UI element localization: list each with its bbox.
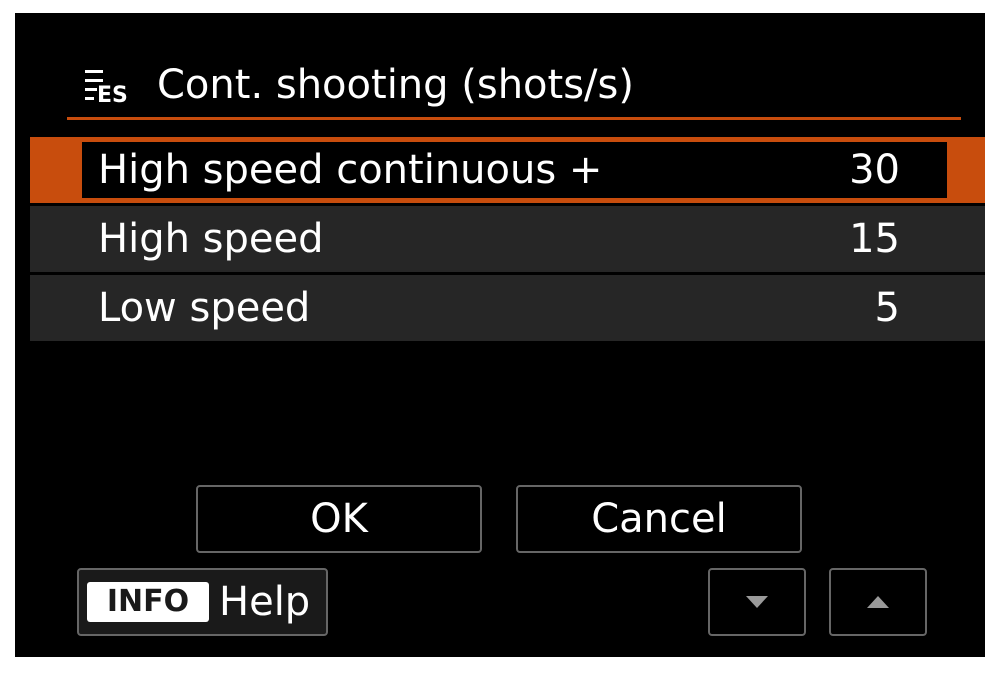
cancel-label: Cancel xyxy=(591,496,727,542)
option-label: Low speed xyxy=(98,285,311,331)
scroll-down-button[interactable] xyxy=(708,568,806,636)
option-value: 30 xyxy=(849,147,900,193)
movie-shooting-icon: ES xyxy=(85,70,128,105)
option-list: High speed continuous + 30 High speed 15… xyxy=(30,137,985,344)
cancel-button[interactable]: Cancel xyxy=(516,485,802,553)
option-high-speed[interactable]: High speed 15 xyxy=(30,206,985,272)
option-value: 15 xyxy=(849,216,900,262)
option-row-body: High speed 15 xyxy=(30,206,985,272)
page-title: Cont. shooting (shots/s) xyxy=(157,62,634,108)
ok-button[interactable]: OK xyxy=(196,485,482,553)
selection-frame: High speed continuous + 30 xyxy=(82,142,947,198)
triangle-down-icon xyxy=(746,596,768,608)
option-label: High speed continuous + xyxy=(98,147,603,193)
option-row-body: Low speed 5 xyxy=(30,275,985,341)
ok-label: OK xyxy=(310,496,368,542)
triangle-up-icon xyxy=(867,596,889,608)
scroll-up-button[interactable] xyxy=(829,568,927,636)
info-badge: INFO xyxy=(87,582,209,622)
title-divider xyxy=(67,117,961,120)
option-high-speed-plus[interactable]: High speed continuous + 30 xyxy=(30,137,985,203)
svg-text:ES: ES xyxy=(97,83,128,105)
info-help-button[interactable]: INFO Help xyxy=(77,568,328,636)
menu-header: ES Cont. shooting (shots/s) xyxy=(83,57,634,113)
help-label: Help xyxy=(219,579,311,625)
option-label: High speed xyxy=(98,216,324,262)
option-low-speed[interactable]: Low speed 5 xyxy=(30,275,985,341)
camera-menu-screen: ES Cont. shooting (shots/s) High speed c… xyxy=(15,13,985,657)
option-value: 5 xyxy=(874,285,900,331)
